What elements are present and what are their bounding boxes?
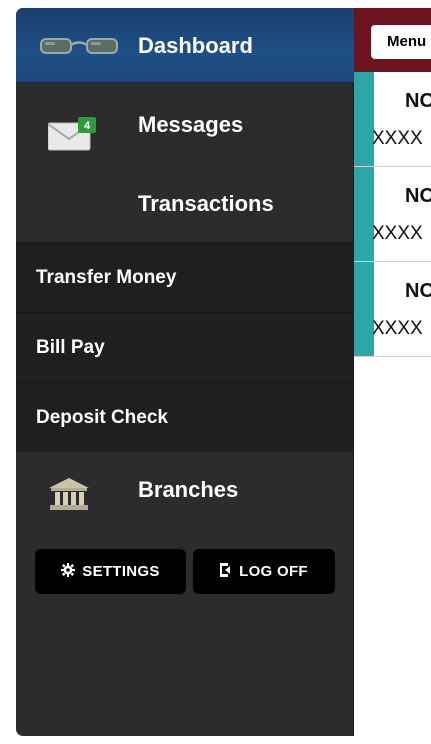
account-title: NO [405,280,431,302]
nav-label-messages: Messages [138,112,244,137]
account-card[interactable]: NO XXXX [354,262,431,357]
logoff-button[interactable]: LOG OFF [193,549,335,594]
transactions-submenu: Transfer Money Bill Pay Deposit Check [16,242,354,452]
nav-item-dashboard[interactable]: Dashboard [16,8,354,83]
gear-icon [61,562,76,581]
account-number: XXXX [372,223,423,244]
account-title: NO [405,185,431,207]
account-accent [354,262,374,356]
glasses-icon [40,36,118,56]
submenu-transfer-money[interactable]: Transfer Money [16,242,354,312]
submenu-deposit-check[interactable]: Deposit Check [16,382,354,452]
account-accent [354,167,374,261]
account-card[interactable]: NO XXXX [354,167,431,262]
menu-button[interactable]: Menu [371,25,431,59]
submenu-bill-pay[interactable]: Bill Pay [16,312,354,382]
nav-item-branches[interactable]: Branches [16,452,354,527]
account-accent [354,72,374,166]
messages-badge: 4 [84,120,91,132]
app-frame: Dashboard 4 Messages Transactions Transf… [16,8,431,736]
nav-label-transactions: Transactions [138,191,274,216]
nav-label-dashboard: Dashboard [138,33,253,58]
settings-button[interactable]: SETTINGS [35,549,186,594]
main-content: Menu NO XXXX NO XXXX NO XXXX [354,8,431,736]
top-bar: Menu [354,8,431,72]
nav-item-transactions[interactable]: Transactions [16,166,354,241]
logoff-label: LOG OFF [239,563,308,580]
side-drawer: Dashboard 4 Messages Transactions Transf… [16,8,354,736]
account-card[interactable]: NO XXXX [354,72,431,167]
account-number: XXXX [372,128,423,149]
bank-icon [48,476,90,512]
logout-icon [220,562,232,581]
settings-label: SETTINGS [82,563,160,580]
envelope-icon: 4 [47,117,98,151]
account-title: NO [405,90,431,112]
account-number: XXXX [372,318,423,339]
nav-label-branches: Branches [138,477,239,502]
nav-item-messages[interactable]: 4 Messages [16,87,354,162]
